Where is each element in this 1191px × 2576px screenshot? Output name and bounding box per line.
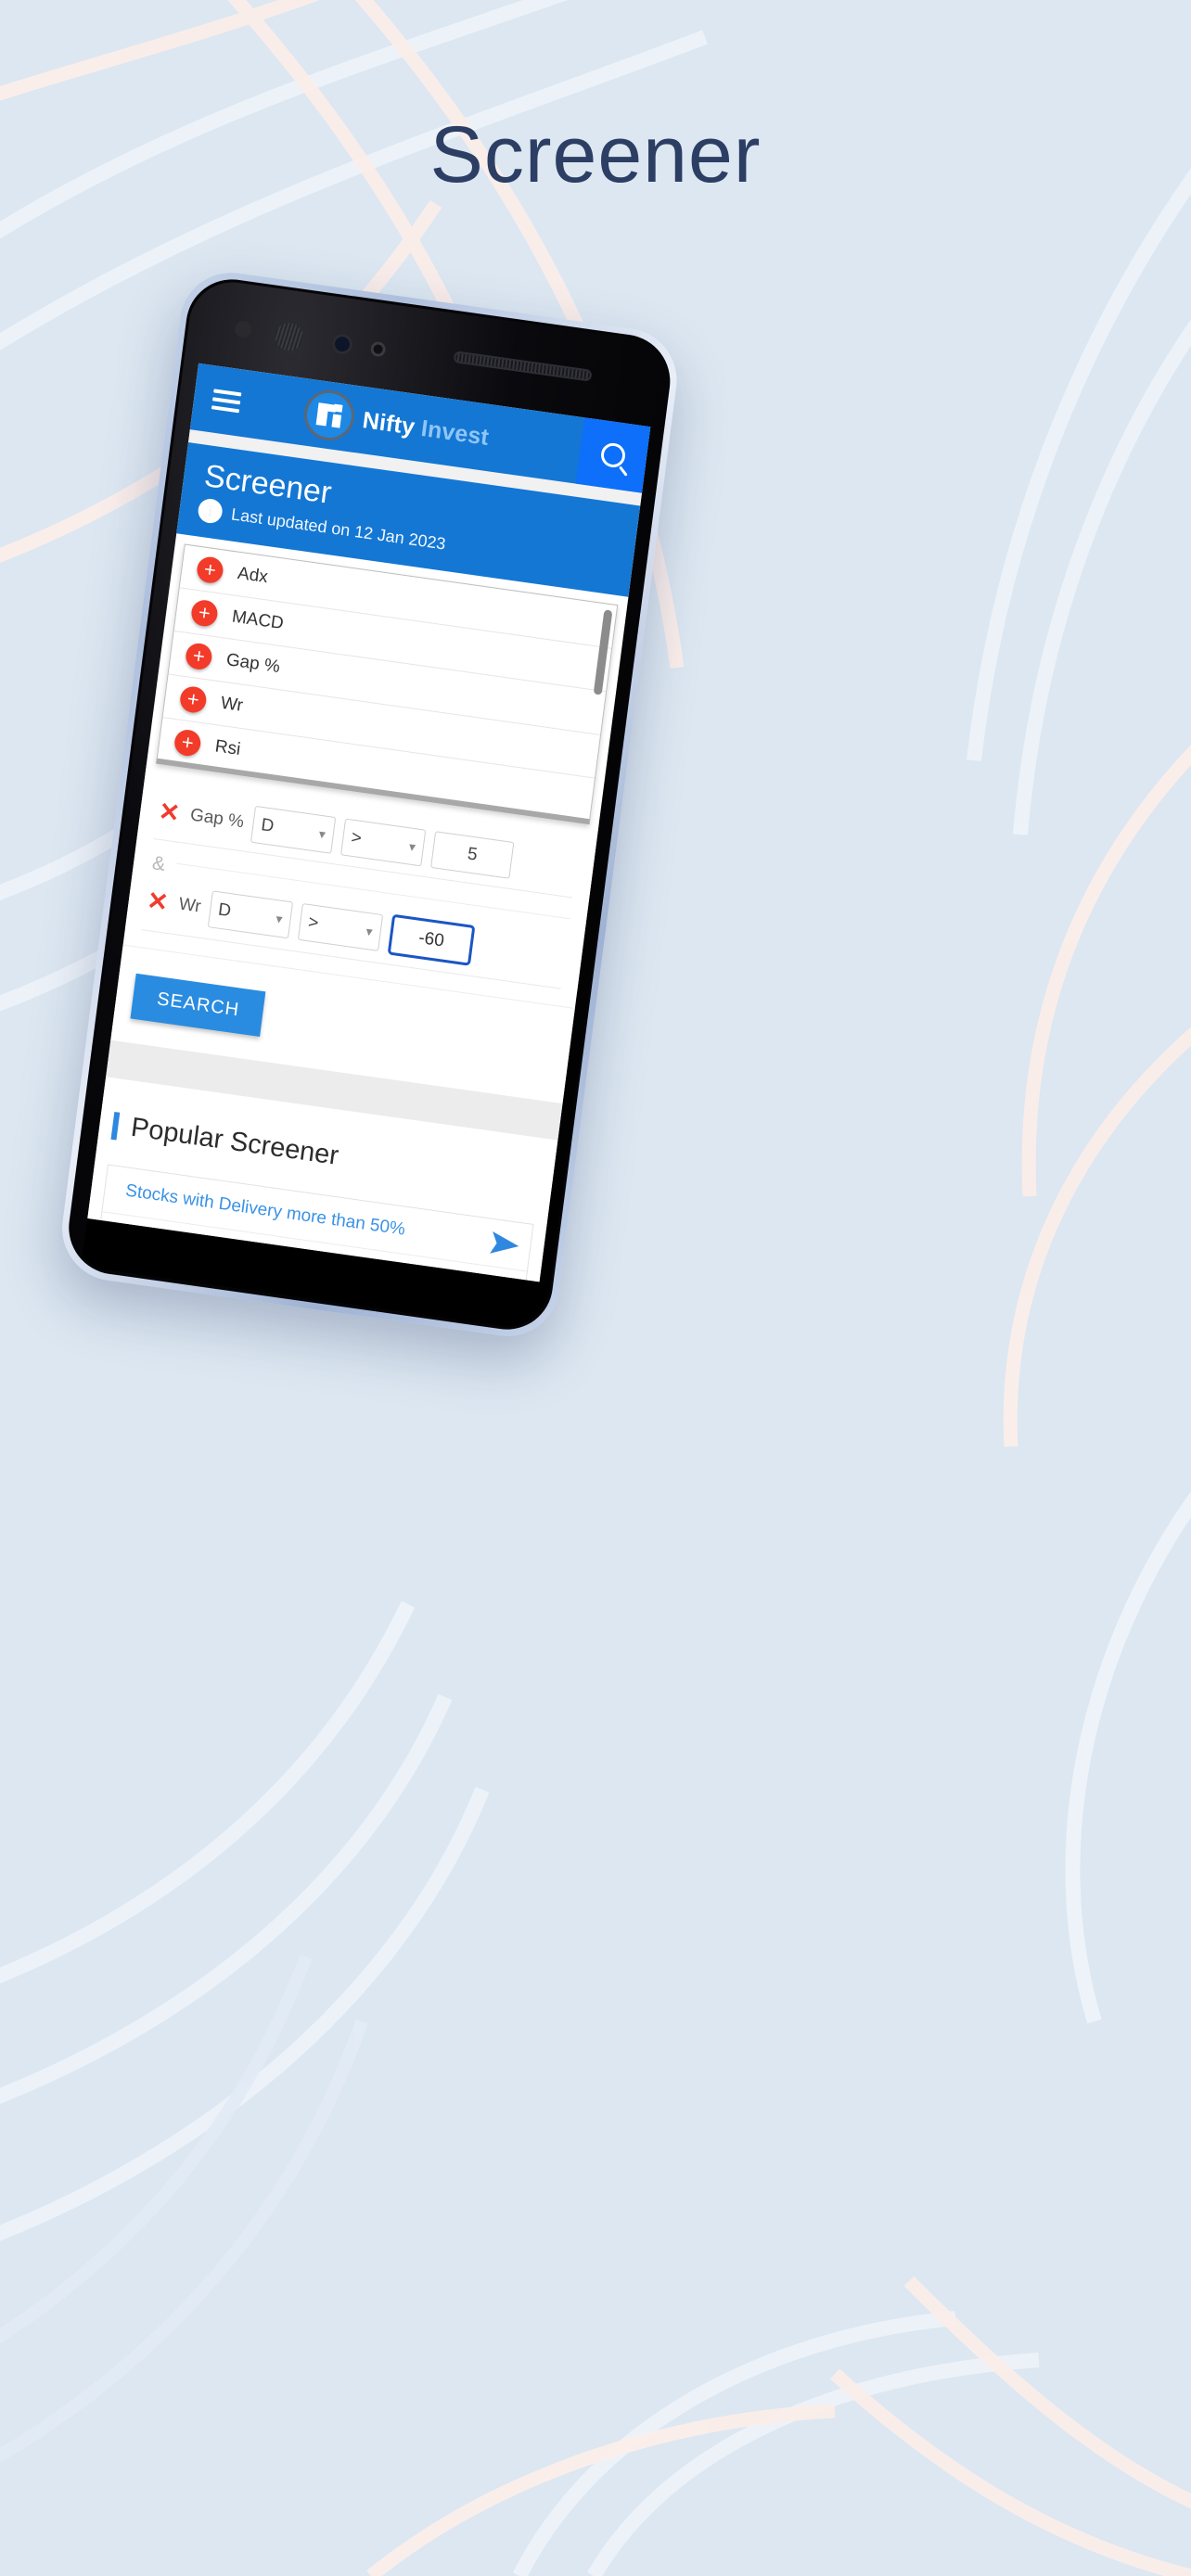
brand-title: Nifty Invest [361, 406, 491, 452]
search-icon [599, 441, 627, 469]
value-input[interactable]: 5 [430, 831, 515, 879]
period-select[interactable]: D ▾ [250, 805, 337, 854]
period-value: D [216, 899, 233, 922]
chevron-down-icon: ▾ [317, 825, 327, 842]
filter-name: Gap % [188, 805, 246, 833]
operator-select[interactable]: > ▾ [340, 818, 427, 867]
front-camera-icon [330, 332, 354, 356]
indicator-label: Adx [236, 563, 270, 588]
search-button[interactable] [575, 417, 651, 493]
info-icon: i [197, 497, 224, 525]
filter-name: Wr [177, 894, 202, 917]
iris-scanner-icon [273, 321, 305, 353]
popular-screener-title: Popular Screener [129, 1112, 340, 1171]
nifty-invest-logo-icon [304, 389, 355, 441]
brand-title-first: Nifty [361, 406, 416, 440]
plus-circle-icon[interactable]: + [195, 555, 225, 585]
sensor-dot-icon [234, 319, 253, 339]
chevron-down-icon: ▾ [407, 837, 417, 854]
operator-select[interactable]: > ▾ [297, 902, 384, 951]
page-title: Screener [429, 110, 762, 199]
plus-circle-icon[interactable]: + [173, 728, 202, 758]
proximity-sensor-icon [369, 340, 387, 358]
plus-circle-icon[interactable]: + [189, 598, 220, 629]
value-input[interactable]: -60 [387, 913, 476, 966]
screenshot-stage: Screener Nifty Invest Screener i Last up… [0, 0, 1191, 2576]
accent-bar [110, 1111, 121, 1141]
period-value: D [260, 815, 275, 836]
brand-title-second: Invest [419, 414, 491, 451]
app-screen: Nifty Invest Screener i Last updated on … [87, 363, 651, 1282]
operator-value: > [350, 827, 364, 849]
earpiece-speaker-icon [453, 351, 593, 382]
period-select[interactable]: D ▾ [207, 890, 294, 939]
indicator-label: Gap % [224, 650, 282, 678]
indicator-label: MACD [230, 606, 285, 634]
plus-circle-icon[interactable]: + [184, 642, 214, 671]
filter-conjunction: & [150, 852, 167, 875]
search-submit-button[interactable]: SEARCH [130, 973, 266, 1038]
close-x-icon[interactable]: ✕ [156, 797, 183, 827]
close-x-icon[interactable]: ✕ [144, 886, 171, 916]
indicator-label: Rsi [213, 736, 242, 760]
operator-value: > [306, 912, 320, 934]
chevron-down-icon: ▾ [365, 923, 374, 939]
plus-circle-icon[interactable]: + [178, 684, 208, 715]
indicator-label: Wr [219, 693, 245, 716]
chevron-down-icon: ▾ [275, 910, 284, 926]
